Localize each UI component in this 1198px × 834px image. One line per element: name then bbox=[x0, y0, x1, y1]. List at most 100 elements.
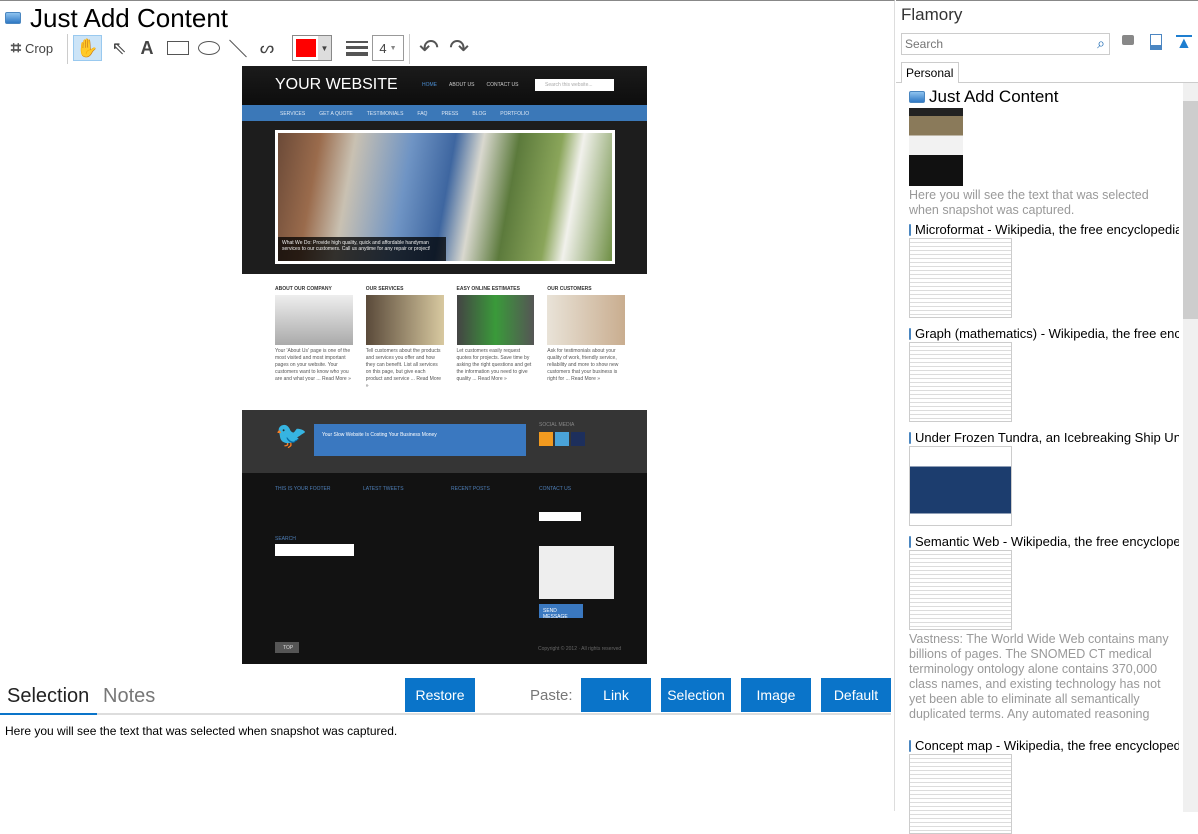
line-width-value: 4 bbox=[379, 40, 387, 56]
line-width-icon bbox=[344, 35, 370, 61]
search-icon[interactable]: ⌕ bbox=[1097, 35, 1105, 52]
app-icon bbox=[5, 12, 21, 24]
select-tool[interactable]: ⇖ bbox=[106, 35, 132, 61]
item-title: Semantic Web - Wikipedia, the free encyc… bbox=[915, 534, 1179, 549]
tweet-box: Your Slow Website Is Costing Your Busine… bbox=[314, 424, 526, 456]
feature-image bbox=[547, 295, 625, 345]
menu-item: PORTFOLIO bbox=[500, 111, 530, 117]
restore-button[interactable]: Restore bbox=[405, 678, 475, 712]
site-menu: SERVICES GET A QUOTE TESTIMONIALS FAQ PRESS B… bbox=[242, 105, 647, 121]
collapse-top-icon[interactable]: ▲ bbox=[1176, 35, 1192, 52]
facebook-icon bbox=[571, 432, 585, 446]
list-item[interactable]: Under Frozen Tundra, an Icebreaking Ship… bbox=[909, 430, 1179, 526]
item-thumbnail bbox=[909, 754, 1012, 834]
sidebar-search[interactable]: ⌕ bbox=[901, 33, 1110, 55]
nav-home: HOME bbox=[422, 82, 437, 88]
crop-button[interactable]: ⌗ Crop bbox=[6, 35, 58, 61]
page-icon bbox=[909, 91, 925, 103]
ellipse-tool[interactable] bbox=[195, 35, 223, 61]
text-tool[interactable]: A bbox=[135, 35, 159, 61]
feature-image bbox=[275, 295, 353, 345]
page-icon bbox=[909, 739, 911, 752]
message-field bbox=[539, 546, 614, 599]
list-item[interactable]: Graph (mathematics) - Wikipedia, the fre… bbox=[909, 326, 1179, 422]
freehand-tool[interactable]: ᔕ bbox=[255, 35, 279, 61]
text-icon: A bbox=[140, 37, 154, 58]
social-label: SOCIAL MEDIA bbox=[539, 422, 575, 428]
site-top-nav: HOME ABOUT US CONTACT US bbox=[422, 82, 519, 88]
tab-notes[interactable]: Notes bbox=[103, 685, 155, 708]
site-search: Search this website... bbox=[535, 79, 614, 91]
cursor-arrow-icon: ⇖ bbox=[111, 37, 127, 58]
hand-icon: ✋ bbox=[76, 37, 99, 58]
send-message-button: SEND MESSAGE bbox=[539, 604, 583, 620]
paste-label: Paste: bbox=[530, 687, 573, 704]
snapshot-panel: Just Add Content ⌗ Crop ✋ ⇖ A ᔕ ▼ 4 ▼ ↶ ↷ … bbox=[0, 0, 895, 811]
item-title: Microformat - Wikipedia, the free encycl… bbox=[915, 222, 1179, 237]
email-field bbox=[539, 512, 581, 521]
feature-section: OUR CUSTOMERS Ask for testimonials about … bbox=[547, 286, 625, 390]
rectangle-tool[interactable] bbox=[164, 35, 192, 61]
menu-item: PRESS bbox=[441, 111, 459, 117]
item-description: Here you will see the text that was sele… bbox=[909, 188, 1149, 217]
rectangle-icon bbox=[167, 41, 189, 55]
line-icon bbox=[229, 39, 247, 57]
selection-text[interactable]: Here you will see the text that was sele… bbox=[5, 724, 397, 738]
paste-image-button[interactable]: Image bbox=[741, 678, 811, 712]
tab-personal[interactable]: Personal bbox=[901, 62, 959, 83]
list-item[interactable]: Concept map - Wikipedia, the free encycl… bbox=[909, 738, 1179, 834]
feature-image bbox=[456, 295, 535, 345]
item-title: Just Add Content bbox=[929, 87, 1059, 106]
hero-caption: What We Do: Provide high quality, quick … bbox=[278, 237, 446, 261]
feature-section: EASY ONLINE ESTIMATES Let customers easil… bbox=[456, 286, 535, 390]
feature-section: OUR SERVICES Tell customers about the pro… bbox=[365, 286, 444, 390]
ellipse-icon bbox=[198, 41, 220, 55]
page-icon bbox=[909, 535, 911, 548]
paste-link-button[interactable]: Link bbox=[581, 678, 651, 712]
hero-image: What We Do: Provide high quality, quick … bbox=[275, 130, 615, 264]
snapshot-title: Just Add Content bbox=[30, 3, 229, 33]
chevron-down-icon: ▼ bbox=[318, 36, 331, 60]
rss-icon bbox=[539, 432, 553, 446]
item-thumbnail bbox=[909, 108, 963, 186]
line-tool[interactable] bbox=[226, 35, 250, 61]
list-item[interactable]: Semantic Web - Wikipedia, the free encyc… bbox=[909, 534, 1179, 722]
menu-item: GET A QUOTE bbox=[319, 111, 353, 117]
item-title: Graph (mathematics) - Wikipedia, the fre… bbox=[915, 326, 1179, 341]
paste-selection-button[interactable]: Selection bbox=[661, 678, 731, 712]
menu-item: BLOG bbox=[472, 111, 487, 117]
list-item[interactable]: Just Add Content Here you will see the t… bbox=[909, 87, 1179, 218]
menu-item: SERVICES bbox=[280, 111, 306, 117]
nav-contact: CONTACT US bbox=[486, 82, 519, 88]
scrollbar-thumb[interactable] bbox=[1183, 101, 1198, 319]
camera-icon[interactable] bbox=[1122, 35, 1134, 45]
crop-label: Crop bbox=[24, 40, 54, 56]
page-icon bbox=[909, 327, 911, 340]
top-button: TOP bbox=[275, 642, 299, 653]
page-icon bbox=[909, 431, 911, 444]
tab-active-indicator bbox=[0, 713, 97, 715]
item-thumbnail bbox=[909, 446, 1012, 526]
undo-button[interactable]: ↶ bbox=[416, 34, 442, 62]
paste-default-button[interactable]: Default bbox=[821, 678, 891, 712]
undo-icon: ↶ bbox=[418, 34, 440, 62]
social-icons bbox=[539, 432, 585, 446]
twitter-icon bbox=[555, 432, 569, 446]
line-width-select[interactable]: 4 ▼ bbox=[372, 35, 404, 61]
color-picker[interactable]: ▼ bbox=[292, 35, 332, 61]
feature-sections: ABOUT OUR COMPANY Your 'About Us' page is… bbox=[275, 286, 625, 390]
footer-search-label: SEARCH bbox=[275, 536, 296, 542]
scrollbar[interactable] bbox=[1183, 83, 1198, 812]
feature-image bbox=[365, 295, 444, 345]
redo-button[interactable]: ↷ bbox=[446, 35, 472, 62]
list-item[interactable]: Microformat - Wikipedia, the free encycl… bbox=[909, 222, 1179, 318]
snapshot-image[interactable]: YOUR WEBSITE HOME ABOUT US CONTACT US Se… bbox=[242, 66, 647, 664]
tab-selection[interactable]: Selection bbox=[7, 685, 89, 708]
item-thumbnail bbox=[909, 238, 1012, 318]
document-icon[interactable] bbox=[1150, 34, 1162, 50]
chevron-down-icon: ▼ bbox=[389, 44, 397, 52]
item-title: Concept map - Wikipedia, the free encycl… bbox=[915, 738, 1179, 753]
sidebar-search-input[interactable] bbox=[902, 34, 1082, 54]
hand-tool[interactable]: ✋ bbox=[73, 35, 102, 61]
item-thumbnail bbox=[909, 342, 1012, 422]
